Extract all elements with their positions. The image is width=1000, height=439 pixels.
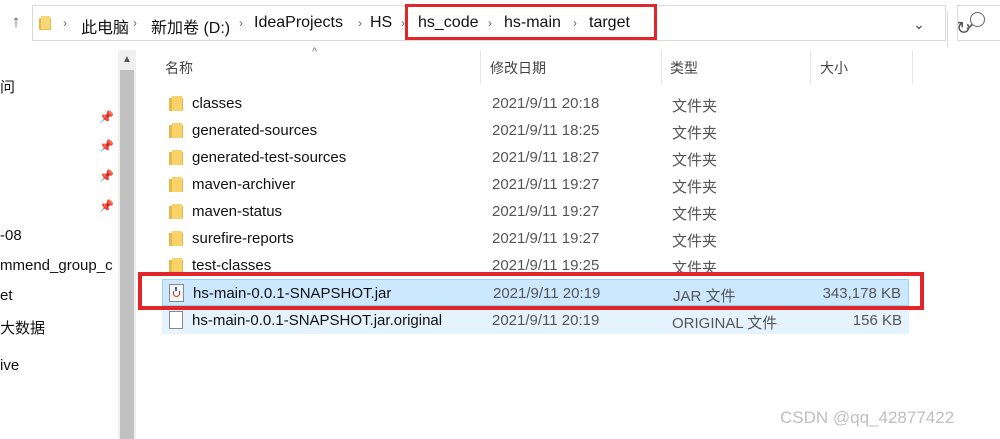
file-row[interactable]: generated-test-sources 2021/9/11 18:27 文… — [162, 144, 909, 171]
nav-item[interactable]: 大数据 — [0, 317, 45, 338]
file-name: hs-main-0.0.1-SNAPSHOT.jar.original — [192, 312, 443, 329]
file-type: 文件夹 — [672, 125, 718, 142]
scrollbar-thumb[interactable] — [120, 70, 134, 439]
file-type: 文件夹 — [672, 206, 718, 223]
file-date: 2021/9/11 20:19 — [492, 312, 600, 329]
nav-item[interactable]: et — [0, 287, 13, 304]
pin-icon[interactable]: 📌 — [99, 199, 114, 213]
file-date: 2021/9/11 19:27 — [492, 230, 600, 247]
breadcrumb-ideaprojects[interactable]: IdeaProjects — [254, 14, 343, 32]
file-name: generated-test-sources — [192, 149, 347, 166]
chevron-right-icon[interactable]: › — [63, 16, 67, 30]
file-date: 2021/9/11 18:27 — [492, 149, 600, 166]
file-row[interactable]: maven-status 2021/9/11 19:27 文件夹 — [162, 198, 909, 225]
file-row[interactable]: maven-archiver 2021/9/11 19:27 文件夹 — [162, 171, 909, 198]
navigation-pane: 问 📌 📌 📌 📌 -08 mmend_group_c et 大数据 ive — [0, 46, 118, 439]
breadcrumb-this-pc[interactable]: 此电脑 — [81, 14, 129, 38]
chevron-right-icon[interactable]: › — [133, 16, 137, 30]
file-date: 2021/9/11 20:18 — [492, 95, 600, 112]
file-row[interactable]: hs-main-0.0.1-SNAPSHOT.jar.original 2021… — [162, 307, 909, 334]
folder-icon — [169, 177, 183, 192]
file-name: maven-status — [192, 203, 283, 220]
pin-icon[interactable]: 📌 — [99, 169, 114, 183]
breadcrumb-drive-d[interactable]: 新加卷 (D:) — [151, 14, 230, 38]
column-header-size[interactable]: 大小 — [820, 58, 848, 78]
nav-item[interactable]: -08 — [0, 227, 22, 244]
file-list: ^ 名称 修改日期 类型 大小 classes 2021/9/11 20:18 … — [140, 46, 1000, 439]
file-row[interactable]: classes 2021/9/11 20:18 文件夹 — [162, 90, 909, 117]
file-date: 2021/9/11 19:27 — [492, 203, 600, 220]
nav-item[interactable]: 问 — [0, 76, 15, 97]
annotation-highlight-box — [138, 272, 924, 310]
file-name: maven-archiver — [192, 176, 296, 193]
annotation-highlight-box — [405, 4, 657, 40]
search-box[interactable] — [957, 5, 1000, 41]
file-name: surefire-reports — [192, 230, 294, 247]
folder-icon — [39, 16, 52, 30]
nav-item[interactable]: ive — [0, 357, 19, 374]
file-row[interactable]: surefire-reports 2021/9/11 19:27 文件夹 — [162, 225, 909, 252]
sort-ascending-icon: ^ — [312, 46, 318, 58]
folder-icon — [169, 258, 183, 273]
file-type: 文件夹 — [672, 179, 718, 196]
chevron-right-icon[interactable]: › — [239, 16, 243, 30]
column-header-name[interactable]: 名称 — [165, 58, 193, 78]
file-date: 2021/9/11 19:27 — [492, 176, 600, 193]
pin-icon[interactable]: 📌 — [99, 110, 114, 124]
nav-scrollbar[interactable]: ▲ — [118, 50, 136, 439]
scroll-up-icon[interactable]: ▲ — [118, 54, 136, 66]
chevron-right-icon[interactable]: › — [358, 16, 362, 30]
file-size: 156 KB — [852, 312, 902, 329]
folder-icon — [169, 204, 183, 219]
file-row[interactable]: generated-sources 2021/9/11 18:25 文件夹 — [162, 117, 909, 144]
file-type: 文件夹 — [672, 98, 718, 115]
file-type: 文件夹 — [672, 152, 718, 169]
file-type: ORIGINAL 文件 — [672, 315, 778, 332]
breadcrumb-hs[interactable]: HS — [370, 14, 392, 32]
file-name: classes — [192, 95, 243, 112]
column-header-date[interactable]: 修改日期 — [490, 58, 546, 78]
file-date: 2021/9/11 18:25 — [492, 122, 600, 139]
file-name: generated-sources — [192, 122, 318, 139]
up-arrow-icon[interactable]: ↑ — [6, 12, 26, 32]
nav-item[interactable]: mmend_group_c — [0, 257, 113, 274]
document-icon — [169, 311, 183, 329]
column-header-type[interactable]: 类型 — [670, 58, 698, 78]
pin-icon[interactable]: 📌 — [99, 139, 114, 153]
chevron-down-icon[interactable]: ⌄ — [909, 16, 929, 32]
address-toolbar: ↑ › 此电脑 › 新加卷 (D:) › IdeaProjects › HS ›… — [0, 0, 1000, 47]
folder-icon — [169, 123, 183, 138]
watermark: CSDN @qq_42877422 — [780, 408, 955, 427]
file-type: 文件夹 — [672, 233, 718, 250]
folder-icon — [169, 96, 183, 111]
folder-icon — [169, 150, 183, 165]
folder-icon — [169, 231, 183, 246]
